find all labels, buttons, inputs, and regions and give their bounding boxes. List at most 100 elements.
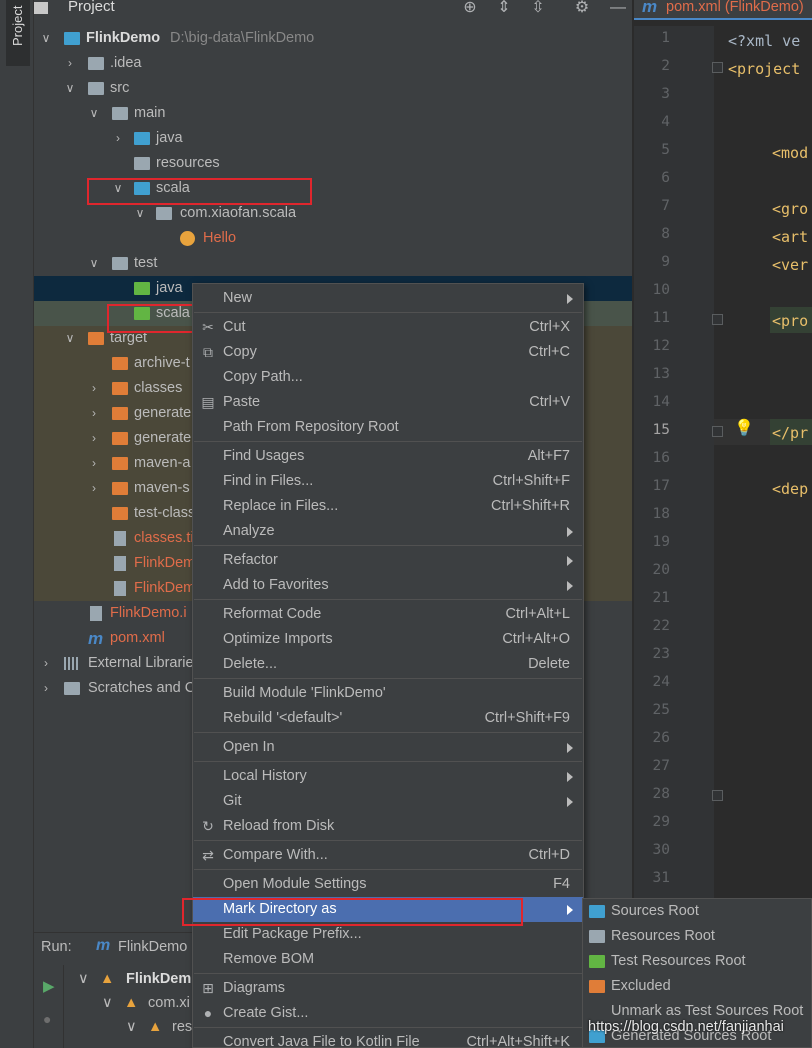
fold-marker[interactable] bbox=[712, 314, 723, 325]
tree-item-main-java[interactable]: › java bbox=[34, 126, 632, 151]
fold-marker[interactable] bbox=[712, 790, 723, 801]
collapse-all-icon[interactable]: ⇳ bbox=[528, 0, 548, 17]
chevron-down-icon[interactable]: ∨ bbox=[88, 251, 100, 276]
fold-marker[interactable] bbox=[712, 426, 723, 437]
menu-item-convert-java-file-to-kotlin-file[interactable]: Convert Java File to Kotlin File Ctrl+Alt… bbox=[193, 1030, 583, 1048]
fold-marker[interactable] bbox=[712, 62, 723, 73]
chevron-down-icon[interactable]: ∨ bbox=[64, 76, 76, 101]
chevron-right-icon[interactable]: › bbox=[88, 476, 100, 501]
menu-item-find-usages[interactable]: Find Usages Alt+F7 bbox=[193, 444, 583, 469]
menu-item-open-module-settings[interactable]: Open Module Settings F4 bbox=[193, 872, 583, 897]
code-line-1: <?xml ve bbox=[728, 32, 801, 50]
line-number: 5 bbox=[661, 142, 670, 158]
expand-all-icon[interactable]: ⇕ bbox=[494, 0, 514, 17]
warning-icon: ▲ bbox=[100, 971, 115, 987]
menu-item-cut[interactable]: ✂ Cut Ctrl+X bbox=[193, 315, 583, 340]
menu-item-refactor[interactable]: Refactor bbox=[193, 548, 583, 573]
chevron-down-icon[interactable]: ∨ bbox=[88, 101, 100, 126]
menu-item-optimize-imports[interactable]: Optimize Imports Ctrl+Alt+O bbox=[193, 627, 583, 652]
tree-item-main-scala[interactable]: ∨ scala bbox=[34, 176, 632, 201]
project-tool-tab[interactable]: Project bbox=[6, 0, 30, 66]
chevron-right-icon[interactable]: › bbox=[88, 451, 100, 476]
submenu-excluded[interactable]: Excluded bbox=[583, 974, 812, 999]
gear-icon[interactable]: ⚙ bbox=[572, 0, 592, 17]
chevron-right-icon[interactable]: › bbox=[88, 426, 100, 451]
tree-item-main[interactable]: ∨ main bbox=[34, 101, 632, 126]
chevron-down-icon[interactable]: ∨ bbox=[102, 995, 113, 1011]
menu-separator bbox=[194, 1027, 582, 1028]
menu-item-build-module-flinkdemo[interactable]: Build Module 'FlinkDemo' bbox=[193, 681, 583, 706]
tree-item-package[interactable]: ∨ com.xiaofan.scala bbox=[34, 201, 632, 226]
chevron-down-icon[interactable]: ∨ bbox=[78, 971, 89, 987]
chevron-right-icon[interactable]: › bbox=[64, 51, 76, 76]
menu-separator bbox=[194, 441, 582, 442]
menu-item-remove-bom[interactable]: Remove BOM bbox=[193, 947, 583, 972]
menu-item-git[interactable]: Git bbox=[193, 789, 583, 814]
hide-icon[interactable]: — bbox=[608, 0, 628, 17]
line-number: 13 bbox=[652, 366, 670, 382]
menu-item-label: Optimize Imports bbox=[223, 631, 333, 647]
chevron-right-icon[interactable]: › bbox=[88, 401, 100, 426]
menu-item-compare-with[interactable]: ⇄ Compare With... Ctrl+D bbox=[193, 843, 583, 868]
menu-item-copy[interactable]: ⧉ Copy Ctrl+C bbox=[193, 340, 583, 365]
run-tab-label[interactable]: FlinkDemo bbox=[118, 939, 187, 955]
line-number: 21 bbox=[652, 590, 670, 606]
debug-icon[interactable]: ● bbox=[43, 1011, 51, 1027]
line-number: 26 bbox=[652, 730, 670, 746]
project-folder-icon bbox=[34, 2, 48, 14]
tree-item-idea[interactable]: › .idea bbox=[34, 51, 632, 76]
menu-item-reload-from-disk[interactable]: ↻ Reload from Disk bbox=[193, 814, 583, 839]
menu-item-delete[interactable]: Delete... Delete bbox=[193, 652, 583, 677]
submenu-sources-root[interactable]: Sources Root bbox=[583, 899, 812, 924]
menu-item-replace-in-files[interactable]: Replace in Files... Ctrl+Shift+R bbox=[193, 494, 583, 519]
menu-item-reformat-code[interactable]: Reformat Code Ctrl+Alt+L bbox=[193, 602, 583, 627]
menu-item-rebuild-default[interactable]: Rebuild '<default>' Ctrl+Shift+F9 bbox=[193, 706, 583, 731]
tree-item-label: Scratches and C bbox=[88, 680, 196, 696]
menu-item-open-in[interactable]: Open In bbox=[193, 735, 583, 760]
code-line-8: <art bbox=[772, 228, 809, 246]
menu-item-path-from-repository-root[interactable]: Path From Repository Root bbox=[193, 415, 583, 440]
chevron-down-icon[interactable]: ∨ bbox=[112, 176, 124, 201]
submenu-test-resources-root[interactable]: Test Resources Root bbox=[583, 949, 812, 974]
tree-item-hello[interactable]: Hello bbox=[34, 226, 632, 251]
tree-item-test[interactable]: ∨ test bbox=[34, 251, 632, 276]
tree-item-label: resources bbox=[156, 155, 220, 171]
menu-item-diagrams[interactable]: ⊞ Diagrams bbox=[193, 976, 583, 1001]
chevron-right-icon[interactable]: › bbox=[40, 651, 52, 676]
menu-item-paste[interactable]: ▤ Paste Ctrl+V bbox=[193, 390, 583, 415]
excluded-folder-icon bbox=[112, 407, 128, 420]
submenu-resources-root[interactable]: Resources Root bbox=[583, 924, 812, 949]
menu-item-analyze[interactable]: Analyze bbox=[193, 519, 583, 544]
menu-item-shortcut: Ctrl+Shift+F bbox=[492, 473, 570, 489]
menu-item-local-history[interactable]: Local History bbox=[193, 764, 583, 789]
chevron-down-icon[interactable]: ∨ bbox=[126, 1019, 137, 1035]
menu-item-find-in-files[interactable]: Find in Files... Ctrl+Shift+F bbox=[193, 469, 583, 494]
run-icon[interactable]: ▶ bbox=[43, 977, 55, 995]
chevron-down-icon[interactable]: ∨ bbox=[134, 201, 146, 226]
menu-item-new[interactable]: New bbox=[193, 286, 583, 311]
menu-item-mark-directory-as[interactable]: Mark Directory as bbox=[193, 897, 583, 922]
editor-tab-pom[interactable]: m pom.xml (FlinkDemo) bbox=[634, 0, 812, 20]
menu-item-create-gist[interactable]: ● Create Gist... bbox=[193, 1001, 583, 1026]
menu-item-add-to-favorites[interactable]: Add to Favorites bbox=[193, 573, 583, 598]
chevron-right-icon[interactable]: › bbox=[88, 376, 100, 401]
menu-item-label: Git bbox=[223, 793, 242, 809]
lightbulb-icon[interactable]: 💡 bbox=[734, 418, 754, 438]
chevron-down-icon[interactable]: ∨ bbox=[64, 326, 76, 351]
chevron-right-icon[interactable]: › bbox=[112, 126, 124, 151]
chevron-right-icon[interactable]: › bbox=[40, 676, 52, 701]
line-number: 1 bbox=[661, 30, 670, 46]
tree-item-src[interactable]: ∨ src bbox=[34, 76, 632, 101]
menu-item-copy-path[interactable]: Copy Path... bbox=[193, 365, 583, 390]
source-folder-icon bbox=[134, 182, 150, 195]
menu-item-label: Compare With... bbox=[223, 847, 328, 863]
locate-icon[interactable]: ⊕ bbox=[460, 0, 480, 17]
run-row-label[interactable]: com.xi bbox=[148, 995, 190, 1011]
menu-item-edit-package-prefix[interactable]: Edit Package Prefix... bbox=[193, 922, 583, 947]
tree-item-flinkdemo[interactable]: ∨ FlinkDemo D:\big-data\FlinkDemo bbox=[34, 26, 632, 51]
run-row-label[interactable]: FlinkDem bbox=[126, 971, 191, 987]
chevron-down-icon[interactable]: ∨ bbox=[40, 26, 52, 51]
menu-item-label: Diagrams bbox=[223, 980, 286, 996]
tree-item-resources[interactable]: resources bbox=[34, 151, 632, 176]
line-number: 24 bbox=[652, 674, 670, 690]
